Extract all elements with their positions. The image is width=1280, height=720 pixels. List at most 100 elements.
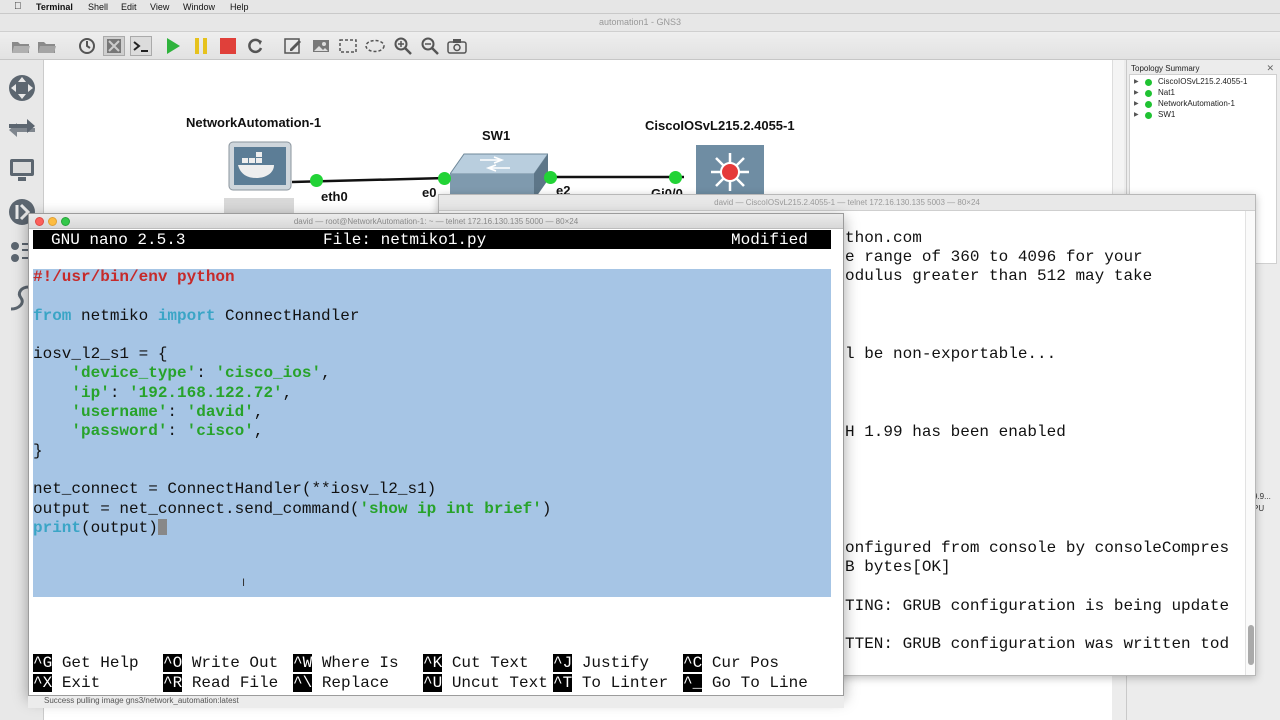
terminal-line: TING: GRUB configuration is being update xyxy=(845,597,1230,615)
terminal-line: H 1.99 has been enabled xyxy=(845,423,1066,441)
code-line[interactable]: 'username': 'david', xyxy=(33,403,263,422)
start-all-icon[interactable] xyxy=(162,36,184,56)
open-folder-icon[interactable] xyxy=(36,36,58,56)
reload-all-icon[interactable] xyxy=(244,36,266,56)
show-interface-labels-icon[interactable] xyxy=(103,36,125,56)
shortcut-to-linter[interactable]: ^T To Linter xyxy=(553,674,668,692)
routers-icon[interactable] xyxy=(6,72,38,104)
list-item[interactable]: ▶ Nat1 xyxy=(1130,88,1276,99)
status-dot-icon xyxy=(1145,79,1152,86)
nano-terminal-titlebar: david — root@NetworkAutomation-1: ~ — te… xyxy=(29,214,843,229)
menu-shell[interactable]: Shell xyxy=(88,2,108,12)
expand-triangle-icon[interactable]: ▶ xyxy=(1134,100,1139,107)
nano-terminal-title: david — root@NetworkAutomation-1: ~ — te… xyxy=(293,217,579,226)
shortcut-read-file[interactable]: ^R Read File xyxy=(163,674,278,692)
nano-modified-status: Modified xyxy=(731,231,808,249)
node-label-network-automation: NetworkAutomation-1 xyxy=(186,115,322,130)
list-item[interactable]: ▶ NetworkAutomation-1 xyxy=(1130,99,1276,110)
topology-summary-title: Topology Summary xyxy=(1131,64,1200,73)
shortcut-justify[interactable]: ^J Justify xyxy=(553,654,649,672)
shortcut-cut-text[interactable]: ^K Cut Text xyxy=(423,654,529,672)
status-dot-icon xyxy=(1145,101,1152,108)
list-item[interactable]: ▶ SW1 xyxy=(1130,110,1276,121)
code-line[interactable]: 'device_type': 'cisco_ios', xyxy=(33,364,330,383)
shortcut-get-help[interactable]: ^G Get Help xyxy=(33,654,139,672)
code-line[interactable]: iosv_l2_s1 = { xyxy=(33,345,167,364)
switch-node[interactable] xyxy=(449,152,549,200)
shortcut-uncut-text[interactable]: ^U Uncut Text xyxy=(423,674,548,692)
terminal-line: l be non-exportable... xyxy=(845,345,1057,363)
insert-image-icon[interactable] xyxy=(310,36,332,56)
gns3-status-bar: Success pulling image gns3/network_autom… xyxy=(28,696,844,708)
suspend-all-icon[interactable] xyxy=(190,36,212,56)
shortcut-replace[interactable]: ^\ Replace xyxy=(293,674,389,692)
docker-host-node[interactable] xyxy=(224,140,294,215)
nano-header-bar: GNU nano 2.5.3 File: netmiko1.py Modifie… xyxy=(33,230,831,249)
expand-triangle-icon[interactable]: ▶ xyxy=(1134,78,1139,85)
status-dot-icon xyxy=(1145,112,1152,119)
shortcut-where-is[interactable]: ^W Where Is xyxy=(293,654,399,672)
zoom-in-icon[interactable] xyxy=(392,36,414,56)
code-line[interactable]: output = net_connect.send_command('show … xyxy=(33,500,552,519)
gns3-toolbar xyxy=(0,32,1280,60)
scrollbar-thumb[interactable] xyxy=(1248,625,1254,665)
draw-rectangle-icon[interactable] xyxy=(337,36,359,56)
end-devices-icon[interactable] xyxy=(6,154,38,186)
expand-triangle-icon[interactable]: ▶ xyxy=(1134,89,1139,96)
nano-terminal-window[interactable]: david — root@NetworkAutomation-1: ~ — te… xyxy=(28,213,844,696)
stop-all-icon[interactable] xyxy=(217,36,239,56)
terminal-line: e range of 360 to 4096 for your xyxy=(845,248,1143,266)
text-cursor xyxy=(157,519,167,535)
snapshot-clock-icon[interactable] xyxy=(76,36,98,56)
add-note-icon[interactable] xyxy=(282,36,304,56)
gns3-titlebar: automation1 - GNS3 xyxy=(0,14,1280,32)
apple-icon[interactable]:  xyxy=(14,1,22,12)
shortcut-exit[interactable]: ^X Exit xyxy=(33,674,100,692)
open-project-icon[interactable] xyxy=(10,36,32,56)
shortcut-cur-pos[interactable]: ^C Cur Pos xyxy=(683,654,779,672)
code-line[interactable]: net_connect = ConnectHandler(**iosv_l2_s… xyxy=(33,480,436,499)
menu-help[interactable]: Help xyxy=(230,2,249,12)
screenshot-camera-icon[interactable] xyxy=(446,36,468,56)
link-status-dot xyxy=(438,172,451,185)
code-line[interactable]: #!/usr/bin/env python xyxy=(33,268,235,287)
expand-triangle-icon[interactable]: ▶ xyxy=(1134,111,1139,118)
console-all-icon[interactable] xyxy=(130,36,152,56)
draw-ellipse-icon[interactable] xyxy=(364,36,386,56)
nano-version: GNU nano 2.5.3 xyxy=(51,231,186,249)
terminal-line: B bytes[OK] xyxy=(845,558,951,576)
close-icon[interactable]: ✕ xyxy=(1266,63,1274,74)
terminal-line: TTEN: GRUB configuration was written tod xyxy=(845,635,1230,653)
code-line[interactable]: print(output) xyxy=(33,519,167,538)
node-label-cisco: CiscoIOSvL215.2.4055-1 xyxy=(645,118,795,133)
code-line[interactable]: 'ip': '192.168.122.72', xyxy=(33,384,292,403)
zoom-out-icon[interactable] xyxy=(419,36,441,56)
status-dot-icon xyxy=(1145,90,1152,97)
menu-window[interactable]: Window xyxy=(183,2,215,12)
gns3-window-title: automation1 - GNS3 xyxy=(598,17,682,27)
link-status-dot xyxy=(669,171,682,184)
ibeam-cursor-icon: I xyxy=(242,577,246,589)
terminal-line: thon.com xyxy=(845,229,922,247)
shortcut-write-out[interactable]: ^O Write Out xyxy=(163,654,278,672)
code-line[interactable]: 'password': 'cisco', xyxy=(33,422,263,441)
menu-view[interactable]: View xyxy=(150,2,169,12)
port-label-e0: e0 xyxy=(422,185,437,200)
cisco-terminal-titlebar: david — CiscoIOSvL215.2.4055-1 — telnet … xyxy=(439,195,1255,211)
menu-edit[interactable]: Edit xyxy=(121,2,137,12)
menu-bar:  Terminal Shell Edit View Window Help xyxy=(0,0,1280,14)
terminal-line: odulus greater than 512 may take xyxy=(845,267,1153,285)
code-line[interactable]: from netmiko import ConnectHandler xyxy=(33,307,359,326)
terminal-line: onfigured from console by consoleCompres xyxy=(845,539,1230,557)
terminal-scrollbar[interactable] xyxy=(1245,211,1255,675)
menu-terminal[interactable]: Terminal xyxy=(36,2,73,12)
node-label-sw1: SW1 xyxy=(482,128,511,143)
port-label-eth0: eth0 xyxy=(321,189,348,204)
list-item[interactable]: ▶ CiscoIOSvL215.2.4055-1 xyxy=(1130,77,1276,88)
nano-filename: File: netmiko1.py xyxy=(323,231,487,249)
code-line[interactable]: } xyxy=(33,442,43,461)
switches-icon[interactable] xyxy=(6,112,38,144)
cisco-switch-node[interactable] xyxy=(696,145,766,200)
shortcut-go-to-line[interactable]: ^_ Go To Line xyxy=(683,674,808,692)
link-status-dot xyxy=(310,174,323,187)
